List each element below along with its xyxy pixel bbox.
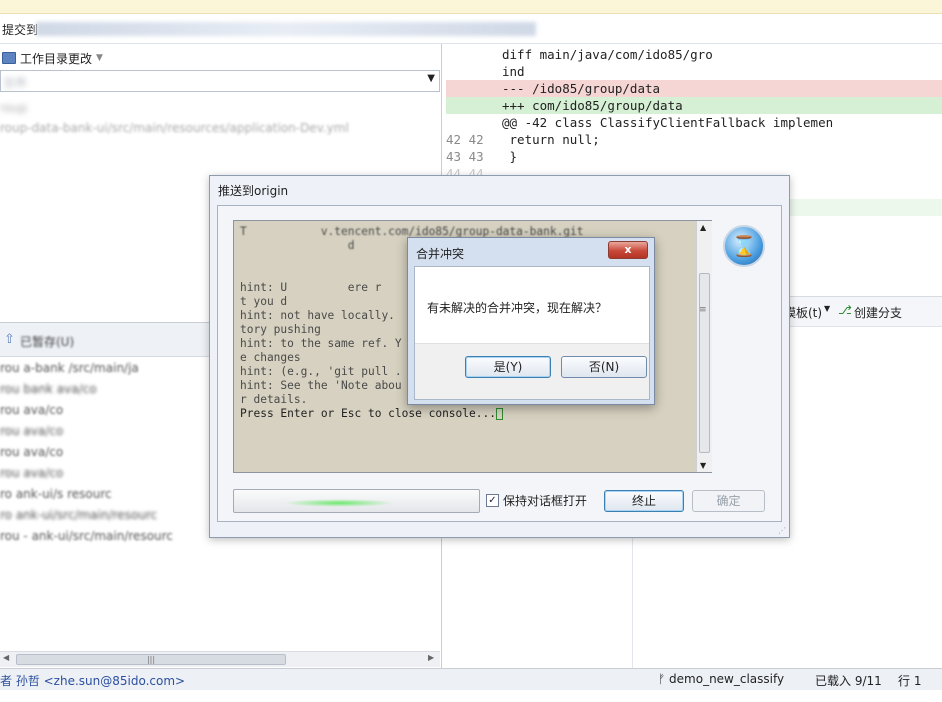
scroll-down-icon[interactable]: ▼ xyxy=(700,461,706,470)
list-item[interactable]: roup xyxy=(0,98,440,118)
working-directory-label: 工作目录更改 xyxy=(20,51,93,66)
keep-open-option[interactable]: ✓ 保持对话框打开 xyxy=(486,492,587,509)
diff-text: } xyxy=(502,149,518,164)
scroll-right-icon[interactable]: ▶ xyxy=(428,653,434,662)
console-line: Press Enter or Esc to close console... xyxy=(240,407,496,420)
window-title: 提交到 xyxy=(2,23,39,37)
diff-text: --- /ido85/group/data xyxy=(502,81,661,96)
scrollbar-thumb[interactable] xyxy=(699,273,710,453)
diff-line: ind xyxy=(446,63,942,80)
hourglass-icon: ⌛ xyxy=(723,225,765,267)
folder-icon xyxy=(2,52,16,64)
file-filter-combo[interactable]: 文件 ▼ xyxy=(0,70,440,92)
horizontal-scrollbar[interactable]: ◀ ||| ▶ xyxy=(0,651,440,667)
merge-dialog-buttonbar: 是(Y) 否(N) xyxy=(415,343,649,399)
diff-text: return null; xyxy=(502,132,600,147)
loaded-count: 已载入 9/11 xyxy=(815,674,882,688)
author-info: 者 孙哲 <zhe.sun@85ido.com> xyxy=(0,674,186,688)
scrollbar-thumb[interactable]: ||| xyxy=(16,654,286,665)
keep-open-label: 保持对话框打开 xyxy=(503,494,588,508)
text-cursor xyxy=(495,408,503,420)
scroll-left-icon[interactable]: ◀ xyxy=(3,653,9,662)
diff-text: ind xyxy=(502,64,525,79)
arrow-up-icon: ⇧ xyxy=(4,332,15,347)
ok-button[interactable]: 确定 xyxy=(692,490,765,512)
staged-label: 已暂存(U) xyxy=(20,335,75,349)
dropdown-arrow-icon[interactable]: ▼ xyxy=(427,73,435,84)
no-button[interactable]: 否(N) xyxy=(561,356,647,378)
branch-icon: ⎇ xyxy=(838,303,852,317)
branch-icon: ᚠ xyxy=(658,672,666,686)
diff-text: diff main/java/com/ido85/gro xyxy=(502,47,713,62)
progress-bar xyxy=(233,489,480,513)
merge-conflict-dialog: 合并冲突 x 有未解决的合并冲突，现在解决？ 是(Y) 否(N) xyxy=(407,237,655,405)
diff-text: @@ -42 class ClassifyClientFallback impl… xyxy=(502,115,834,130)
push-dialog-title: 推送到origin xyxy=(218,184,289,198)
blurred-title-path xyxy=(36,22,536,36)
list-item[interactable]: roup-data-bank-ui/src/main/resources/app… xyxy=(0,118,440,138)
diff-line: --- /ido85/group/data xyxy=(446,80,942,97)
file-filter-placeholder: 文件 xyxy=(3,76,28,90)
merge-dialog-body: 有未解决的合并冲突，现在解决？ 是(Y) 否(N) xyxy=(414,266,650,400)
close-button[interactable]: x xyxy=(608,241,648,259)
line-number: 行 1 xyxy=(898,674,922,688)
current-branch[interactable]: ᚠ demo_new_classify xyxy=(658,672,784,686)
abort-button[interactable]: 终止 xyxy=(604,490,684,512)
yes-button[interactable]: 是(Y) xyxy=(465,356,551,378)
grip-icon: ≡ xyxy=(699,305,707,315)
resize-grip-icon[interactable]: ⋰ xyxy=(778,526,786,535)
diff-gutter: 43 43 xyxy=(446,149,484,164)
progress-glow xyxy=(284,499,394,507)
keep-open-checkbox[interactable]: ✓ xyxy=(486,494,499,507)
chevron-down-icon[interactable]: ▼ xyxy=(824,304,830,313)
diff-line: +++ com/ido85/group/data xyxy=(446,97,942,114)
create-branch-button[interactable]: 创建分支 xyxy=(854,304,902,321)
merge-dialog-title: 合并冲突 xyxy=(416,247,465,261)
window-titlebar: 提交到 xyxy=(0,14,942,44)
working-directory-header[interactable]: 工作目录更改 ▼ xyxy=(2,49,103,67)
notification-strip xyxy=(0,0,942,14)
diff-gutter: 42 42 xyxy=(446,132,484,147)
merge-dialog-message: 有未解决的合并冲突，现在解决？ xyxy=(427,301,608,315)
status-bar: 者 孙哲 <zhe.sun@85ido.com> ᚠ demo_new_clas… xyxy=(0,668,942,690)
diff-line: 42 42 return null; xyxy=(446,131,942,148)
diff-line: 43 43 } xyxy=(446,148,942,165)
branch-name: demo_new_classify xyxy=(669,672,785,686)
diff-line: @@ -42 class ClassifyClientFallback impl… xyxy=(446,114,942,131)
chevron-down-icon[interactable]: ▼ xyxy=(96,53,103,63)
console-scrollbar[interactable]: ▲ ≡ ▼ xyxy=(696,221,712,472)
diff-line: diff main/java/com/ido85/gro xyxy=(446,46,942,63)
scroll-up-icon[interactable]: ▲ xyxy=(700,223,706,232)
bottom-strip xyxy=(0,690,942,702)
diff-text: +++ com/ido85/group/data xyxy=(502,98,683,113)
